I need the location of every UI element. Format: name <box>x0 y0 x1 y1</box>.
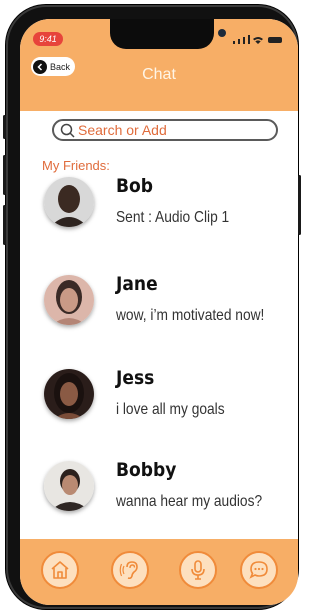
tab-listen[interactable] <box>111 551 149 589</box>
power-button <box>298 175 301 235</box>
search-input[interactable]: Search or Add <box>52 119 278 141</box>
notch <box>110 19 226 49</box>
home-icon <box>51 561 69 579</box>
status-icons <box>233 35 282 44</box>
friend-name: Jane <box>116 273 158 295</box>
ear-icon <box>119 561 138 580</box>
page-title: Chat <box>142 66 176 83</box>
volume-down-button <box>3 205 6 245</box>
friend-name: Bobby <box>116 459 177 481</box>
list-item[interactable]: Bobby wanna hear my audios? <box>20 459 298 531</box>
wifi-icon <box>253 37 263 44</box>
friends-section-label: My Friends: <box>42 158 110 173</box>
tab-record[interactable] <box>179 551 217 589</box>
friend-last-message: wanna hear my audios? <box>116 493 263 510</box>
list-item[interactable]: Jess i love all my goals <box>20 367 298 439</box>
friend-last-message: wow, i’m motivated now! <box>116 307 265 324</box>
chat-bubble-icon <box>249 561 268 579</box>
camera-icon <box>218 29 226 37</box>
bottom-tab-bar <box>20 539 298 605</box>
friend-name: Bob <box>116 175 154 197</box>
avatar <box>44 461 94 511</box>
tab-chat[interactable] <box>240 551 278 589</box>
avatar <box>44 177 94 227</box>
avatar <box>44 275 94 325</box>
signal-icon <box>233 41 235 44</box>
status-time: 9:41 <box>33 32 63 46</box>
list-item[interactable]: Jane wow, i’m motivated now! <box>20 273 298 345</box>
list-item[interactable]: Bob Sent : Audio Clip 1 <box>20 175 298 247</box>
phone-frame: 9:41 Back Chat Search or Add My Friends:… <box>3 5 301 609</box>
silent-switch <box>3 115 6 139</box>
microphone-icon <box>191 560 205 580</box>
app-header: 9:41 Back Chat <box>20 19 298 111</box>
app-screen: 9:41 Back Chat Search or Add My Friends:… <box>20 19 298 605</box>
friend-name: Jess <box>116 367 155 389</box>
tab-home[interactable] <box>41 551 79 589</box>
battery-icon <box>268 37 282 43</box>
friend-last-message: Sent : Audio Clip 1 <box>116 209 230 226</box>
search-icon <box>60 123 75 138</box>
avatar <box>44 369 94 419</box>
search-placeholder: Search or Add <box>78 122 167 138</box>
volume-up-button <box>3 155 6 195</box>
friend-last-message: i love all my goals <box>116 401 225 418</box>
